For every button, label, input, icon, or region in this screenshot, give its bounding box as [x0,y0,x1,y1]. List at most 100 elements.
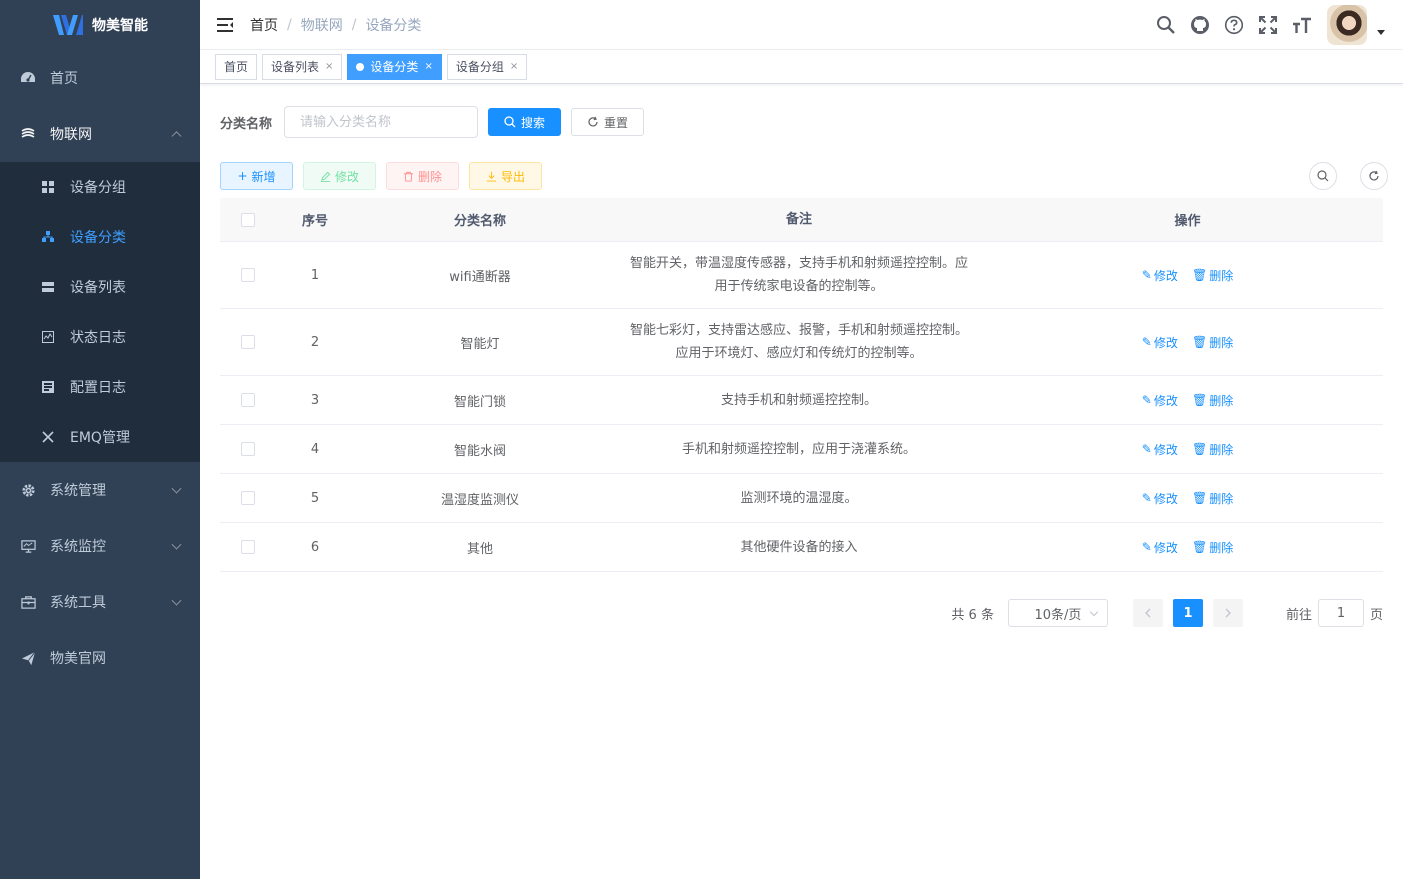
trash-icon [403,171,414,182]
sidebar-item-device-list[interactable]: 设备列表 [0,262,200,312]
select-all-checkbox[interactable] [241,212,255,227]
row-delete-label: 删除 [1209,393,1234,408]
fullscreen-icon[interactable] [1251,0,1285,50]
tag-device-category[interactable]: 设备分类 × [347,53,442,80]
cell-index: 5 [310,490,320,506]
delete-button[interactable]: 删除 [386,162,459,190]
row-edit-link[interactable]: ✎ 修改 [1142,392,1178,409]
sidebar-item-device-group[interactable]: 设备分组 [0,162,200,212]
github-icon[interactable] [1183,0,1217,50]
row-checkbox[interactable] [241,268,255,282]
menu-fold-icon [217,17,233,32]
tag-device-list[interactable]: 设备列表 × [262,53,343,80]
edit-button[interactable]: 修改 [303,162,376,190]
add-button-label: 新增 [251,169,276,184]
sidebar-item-website[interactable]: 物美官网 [0,630,200,686]
sidebar-item-home[interactable]: 首页 [0,50,200,106]
font-size-icon[interactable] [1285,0,1319,50]
row-edit-link[interactable]: ✎ 修改 [1142,441,1178,458]
plus-icon: + [237,169,248,183]
row-edit-link[interactable]: ✎ 修改 [1142,334,1178,351]
cell-index: 2 [310,334,320,350]
sidebar-item-label: 系统管理 [50,483,106,499]
export-button[interactable]: 导出 [469,162,542,190]
row-checkbox[interactable] [241,393,255,407]
row-delete-link[interactable]: 🗑 删除 [1192,539,1233,556]
sidebar-item-iot[interactable]: 物联网 [0,106,200,162]
row-edit-label: 修改 [1153,335,1178,350]
total-count: 共 6 条 [951,607,994,623]
row-delete-label: 删除 [1209,442,1234,457]
search-button[interactable]: 搜索 [488,108,562,136]
refresh-icon [1369,170,1379,181]
next-page-button[interactable] [1212,599,1243,627]
close-icon[interactable]: × [510,55,518,79]
close-icon[interactable]: × [325,55,333,79]
row-delete-link[interactable]: 🗑 删除 [1192,334,1233,351]
prev-page-button[interactable] [1132,599,1163,627]
cell-remark: 支持手机和射频遥控控制。 [606,389,992,412]
reset-button[interactable]: 重置 [571,108,645,136]
row-delete-link[interactable]: 🗑 删除 [1192,392,1233,409]
caret-down-icon[interactable] [1377,29,1385,35]
download-icon [486,171,497,182]
sidebar-item-monitor[interactable]: 系统监控 [0,518,200,574]
row-checkbox[interactable] [241,335,255,349]
cell-remark: 智能七彩灯，支持雷达感应、报警，手机和射频遥控控制。 应用于环境灯、感应灯和传统… [606,319,992,365]
sidebar-item-tools[interactable]: 系统工具 [0,574,200,630]
monitor-icon [20,538,36,554]
row-edit-link[interactable]: ✎ 修改 [1142,267,1178,284]
row-delete-link[interactable]: 🗑 删除 [1192,441,1233,458]
sidebar-item-label: 物美官网 [50,651,106,667]
avatar[interactable] [1327,5,1367,45]
tag-home[interactable]: 首页 [215,53,258,80]
logo[interactable]: 物美智能 [0,0,200,50]
hamburger-button[interactable] [200,0,250,50]
search-icon [504,116,516,128]
table-row: 5 温湿度监测仪 监测环境的温湿度。 ✎ 修改 🗑 删除 [220,474,1383,523]
row-checkbox[interactable] [241,491,255,505]
sidebar-item-config-log[interactable]: 配置日志 [0,362,200,412]
logo-icon [52,14,83,36]
category-name-input[interactable] [284,106,479,138]
chevron-down-icon [171,483,182,494]
chevron-left-icon [1145,608,1151,618]
edit-icon: ✎ [1141,393,1152,407]
remark-line: 监测环境的温湿度。 [740,490,858,506]
breadcrumb-home[interactable]: 首页 [250,15,278,35]
search-form: 分类名称 搜索 重置 [220,106,645,138]
sidebar-item-device-category[interactable]: 设备分类 [0,212,200,262]
chevron-down-icon [171,539,182,550]
right-menu [1149,0,1403,50]
sidebar-item-label: 物联网 [50,127,92,143]
row-delete-label: 删除 [1209,491,1234,506]
edit-icon [320,171,331,182]
cell-index: 4 [310,441,320,457]
row-checkbox[interactable] [241,540,255,554]
search-icon[interactable] [1149,0,1183,50]
header-checkbox-cell [220,212,276,227]
add-button[interactable]: + 新增 [220,162,293,190]
form-log-icon [40,379,56,395]
toggle-search-button[interactable] [1309,162,1337,190]
goto-page-input[interactable] [1317,599,1364,627]
sidebar-item-emq[interactable]: EMQ管理 [0,412,200,462]
row-edit-link[interactable]: ✎ 修改 [1142,490,1178,507]
gear-icon [20,482,36,498]
help-icon[interactable] [1217,0,1251,50]
sidebar-item-label: 系统监控 [50,539,106,555]
row-delete-link[interactable]: 🗑 删除 [1192,267,1233,284]
row-edit-link[interactable]: ✎ 修改 [1142,539,1178,556]
page-size-select[interactable]: 10条/页 [1007,599,1108,627]
page-number-current[interactable]: 1 [1172,599,1203,627]
refresh-button[interactable] [1360,162,1388,190]
row-delete-link[interactable]: 🗑 删除 [1192,490,1233,507]
row-checkbox[interactable] [241,442,255,456]
sidebar-item-system[interactable]: 系统管理 [0,462,200,518]
trash-icon: 🗑 [1191,268,1208,282]
close-icon[interactable]: × [424,55,432,79]
list-icon [40,279,56,295]
tag-device-group[interactable]: 设备分组 × [446,53,528,80]
sidebar-item-status-log[interactable]: 状态日志 [0,312,200,362]
app-name: 物美智能 [92,18,148,34]
